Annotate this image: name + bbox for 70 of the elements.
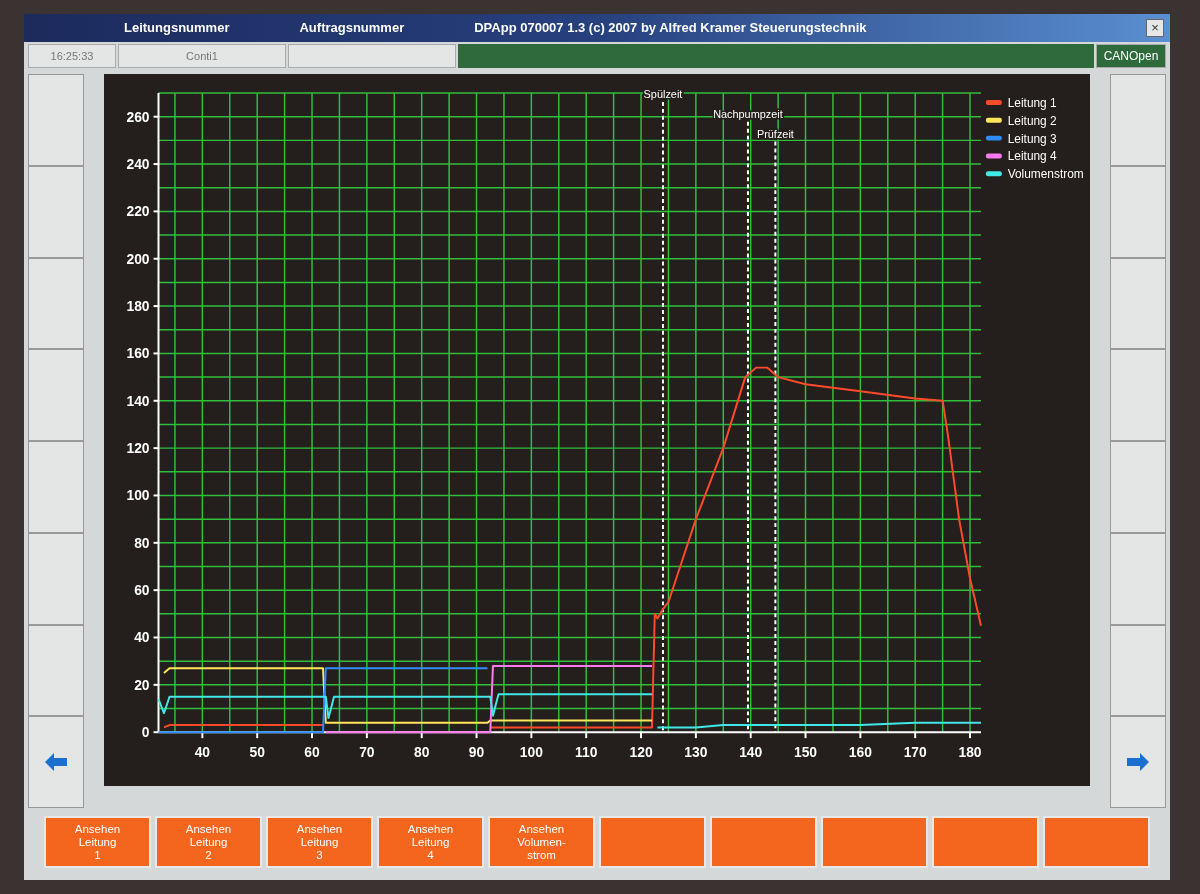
- x-tick-label: 180: [958, 743, 982, 760]
- y-tick-label: 60: [134, 582, 150, 599]
- side-button[interactable]: [1110, 349, 1166, 441]
- x-tick-label: 120: [629, 743, 653, 760]
- view-button[interactable]: Ansehen Leitung 3: [266, 816, 373, 868]
- side-button[interactable]: [28, 532, 84, 625]
- y-tick-label: 220: [126, 203, 150, 220]
- legend-label: Leitung 4: [1007, 149, 1057, 164]
- function-button[interactable]: [599, 816, 706, 868]
- x-tick-label: 110: [575, 743, 598, 760]
- side-button[interactable]: [28, 74, 84, 166]
- y-tick-label: 260: [126, 108, 150, 125]
- marker-label: Spülzeit: [643, 88, 683, 100]
- legend-label: Leitung 2: [1007, 113, 1057, 128]
- x-tick-label: 90: [468, 743, 485, 760]
- time-display: 16:25:33: [28, 44, 116, 68]
- view-button[interactable]: Ansehen Leitung 4: [377, 816, 484, 868]
- view-button[interactable]: Ansehen Volumen- strom: [488, 816, 595, 868]
- y-tick-label: 100: [126, 487, 150, 504]
- x-tick-label: 170: [903, 743, 927, 760]
- y-tick-label: 40: [134, 629, 150, 646]
- function-button[interactable]: [710, 816, 817, 868]
- y-tick-label: 120: [126, 440, 150, 457]
- y-tick-label: 240: [126, 156, 150, 172]
- side-button[interactable]: [1110, 165, 1166, 258]
- y-tick-label: 180: [126, 298, 150, 315]
- x-tick-label: 100: [519, 743, 543, 760]
- x-tick-label: 160: [848, 743, 872, 760]
- window-title: DPApp 070007 1.3 (c) 2007 by Alfred Kramer Steuerungstechnik: [474, 19, 867, 38]
- x-tick-label: 60: [304, 743, 320, 760]
- side-button[interactable]: [28, 165, 84, 258]
- arrow-button[interactable]: [28, 716, 84, 808]
- function-button[interactable]: [1043, 816, 1150, 868]
- side-button[interactable]: [1110, 441, 1166, 533]
- x-tick-label: 80: [414, 743, 430, 760]
- y-tick-label: 0: [141, 724, 150, 741]
- side-button[interactable]: [28, 349, 84, 441]
- side-button[interactable]: [1110, 532, 1166, 625]
- arrow-button[interactable]: [1110, 716, 1166, 808]
- y-tick-label: 200: [126, 250, 150, 267]
- side-button[interactable]: [28, 441, 84, 533]
- side-button[interactable]: [1110, 624, 1166, 717]
- right-arrow-icon: [1127, 753, 1149, 772]
- close-button[interactable]: ×: [1146, 19, 1164, 37]
- x-tick-label: 130: [684, 743, 708, 760]
- view-button[interactable]: Ansehen Leitung 1: [44, 816, 151, 868]
- x-tick-label: 50: [249, 743, 265, 760]
- side-button[interactable]: [28, 624, 84, 717]
- y-tick-label: 140: [126, 392, 150, 409]
- y-tick-label: 20: [134, 676, 150, 693]
- name-display: Conti1: [118, 44, 286, 68]
- side-button[interactable]: [1110, 257, 1166, 350]
- view-button[interactable]: Ansehen Leitung 2: [155, 816, 262, 868]
- x-tick-label: 70: [359, 743, 375, 760]
- field-label: Leitungsnummer: [124, 19, 230, 38]
- x-tick-label: 150: [793, 743, 818, 760]
- y-tick-label: 160: [126, 345, 150, 362]
- x-tick-label: 140: [739, 743, 763, 760]
- left-arrow-icon: [45, 753, 67, 772]
- legend-label: Leitung 3: [1007, 131, 1057, 146]
- bus-status: CANOpen: [1096, 44, 1166, 68]
- function-button[interactable]: [821, 816, 928, 868]
- x-tick-label: 40: [194, 743, 211, 760]
- side-button[interactable]: [28, 257, 84, 350]
- y-tick-label: 80: [134, 534, 150, 551]
- legend-label: Leitung 1: [1007, 95, 1057, 110]
- side-button[interactable]: [1110, 74, 1166, 166]
- function-button[interactable]: [932, 816, 1039, 868]
- legend-label: Volumenstrom: [1007, 167, 1084, 182]
- field-label: Auftragsnummer: [299, 19, 405, 38]
